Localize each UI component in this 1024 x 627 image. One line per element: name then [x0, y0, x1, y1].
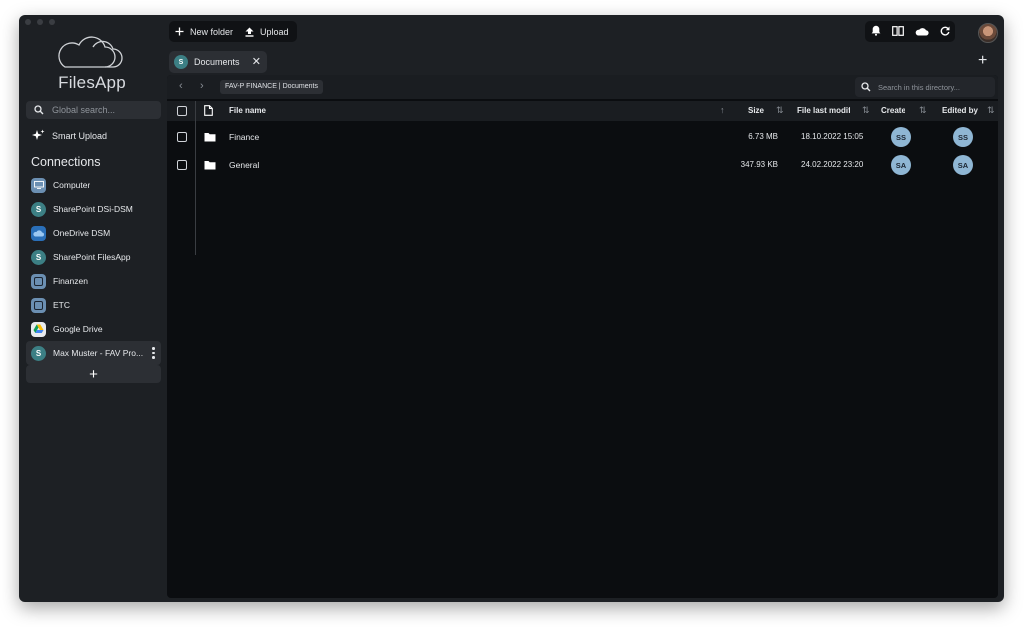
folder-drive-icon — [31, 297, 46, 313]
table-row[interactable]: General 347.93 KB 24.02.2022 23:20 SA SA — [167, 151, 998, 179]
onedrive-icon — [31, 225, 46, 241]
file-size: 347.93 KB — [740, 160, 778, 169]
connection-label: Google Drive — [53, 324, 103, 334]
add-tab-button[interactable]: + — [978, 52, 987, 70]
user-avatar[interactable] — [978, 23, 998, 43]
sharepoint-icon: S — [31, 249, 46, 265]
connection-label: Max Muster - FAV Pro... — [53, 348, 144, 358]
app-name: FilesApp — [58, 73, 126, 92]
more-options-icon[interactable] — [152, 347, 155, 359]
edited-by-avatar: SS — [953, 127, 973, 147]
smart-upload-button[interactable]: Smart Upload — [32, 129, 107, 142]
row-checkbox[interactable] — [177, 160, 187, 170]
toolbar: New folder Upload — [169, 21, 297, 42]
breadcrumb[interactable]: FAV-P FINANCE | Documents — [220, 80, 323, 94]
forward-arrow-icon[interactable]: › — [200, 80, 204, 92]
search-icon — [861, 82, 871, 92]
plus-icon: + — [89, 365, 98, 383]
cloud-icon[interactable] — [915, 23, 929, 41]
file-modified: 24.02.2022 23:20 — [801, 160, 864, 169]
upload-icon — [245, 27, 254, 37]
sort-ascending-icon[interactable]: ↑ — [720, 105, 725, 115]
plus-icon — [175, 27, 184, 36]
app-logo: FilesApp — [47, 35, 137, 95]
add-connection-button[interactable]: + — [26, 365, 161, 383]
app-window: FilesApp Smart Upload Connections Comput… — [19, 15, 1004, 602]
cloud-logo-icon — [58, 36, 123, 68]
folder-icon — [204, 132, 216, 144]
sort-icon[interactable]: ⇅ — [862, 105, 870, 116]
connection-sharepoint-filesapp[interactable]: S SharePoint FilesApp — [26, 245, 161, 269]
sort-icon[interactable]: ⇅ — [919, 105, 927, 116]
connection-sharepoint-dsi-dsm[interactable]: S SharePoint DSi-DSM — [26, 197, 161, 221]
column-file-name[interactable]: File name — [229, 106, 266, 115]
bell-icon[interactable] — [871, 23, 881, 41]
sharepoint-icon: S — [31, 201, 46, 217]
plus-icon: + — [978, 52, 988, 69]
file-type-icon — [204, 105, 213, 118]
connection-label: SharePoint DSi-DSM — [53, 204, 133, 214]
sidebar: FilesApp Smart Upload Connections Comput… — [19, 15, 167, 602]
connections-list: Computer S SharePoint DSi-DSM OneDrive D… — [26, 173, 161, 365]
google-drive-icon — [31, 321, 46, 337]
sharepoint-icon: S — [31, 345, 46, 361]
directory-search-input[interactable] — [876, 81, 990, 93]
connection-etc[interactable]: ETC — [26, 293, 161, 317]
sort-icon[interactable]: ⇅ — [987, 105, 995, 116]
row-checkbox[interactable] — [177, 132, 187, 142]
directory-search[interactable] — [855, 77, 995, 97]
connection-computer[interactable]: Computer — [26, 173, 161, 197]
connection-onedrive-dsm[interactable]: OneDrive DSM — [26, 221, 161, 245]
file-size: 6.73 MB — [748, 132, 778, 141]
computer-icon — [31, 177, 46, 193]
global-search-input[interactable] — [50, 104, 149, 116]
close-icon[interactable]: ✕ — [252, 55, 261, 68]
connection-google-drive[interactable]: Google Drive — [26, 317, 161, 341]
column-file-last-modified[interactable]: File last modifi — [797, 106, 850, 115]
created-by-avatar: SS — [891, 127, 911, 147]
upload-button[interactable]: Upload — [245, 27, 289, 37]
tab-documents[interactable]: S Documents ✕ — [169, 51, 267, 73]
connections-heading: Connections — [31, 155, 101, 169]
sharepoint-icon: S — [174, 55, 188, 69]
connection-label: Computer — [53, 180, 91, 190]
top-right-tools — [865, 21, 955, 42]
search-icon — [34, 105, 44, 115]
table-row[interactable]: Finance 6.73 MB 18.10.2022 15:05 SS SS — [167, 123, 998, 151]
column-size[interactable]: Size — [748, 106, 764, 115]
smart-upload-label: Smart Upload — [52, 130, 108, 141]
sparkle-icon — [32, 129, 45, 140]
connection-label: SharePoint FilesApp — [53, 252, 131, 262]
column-edited-by[interactable]: Edited by — [942, 106, 978, 115]
tab-label: Documents — [194, 57, 240, 67]
path-bar: ‹ › FAV-P FINANCE | Documents — [167, 75, 998, 99]
edited-by-avatar: SA — [953, 155, 973, 175]
upload-label: Upload — [260, 26, 289, 37]
file-name[interactable]: Finance — [229, 132, 259, 142]
split-view-icon[interactable] — [891, 23, 904, 41]
folder-drive-icon — [31, 273, 46, 289]
file-browser: ‹ › FAV-P FINANCE | Documents File name … — [167, 75, 998, 598]
file-name[interactable]: General — [229, 160, 259, 170]
file-list: Finance 6.73 MB 18.10.2022 15:05 SS SS G… — [167, 123, 998, 179]
created-by-avatar: SA — [891, 155, 911, 175]
new-folder-label: New folder — [190, 26, 234, 37]
new-folder-button[interactable]: New folder — [175, 27, 233, 37]
global-search[interactable] — [26, 101, 161, 119]
back-arrow-icon[interactable]: ‹ — [179, 80, 183, 92]
select-all-checkbox[interactable] — [177, 106, 187, 116]
file-modified: 18.10.2022 15:05 — [801, 132, 864, 141]
connection-finanzen[interactable]: Finanzen — [26, 269, 161, 293]
refresh-icon[interactable] — [940, 23, 950, 41]
connection-label: ETC — [53, 300, 70, 310]
connection-label: Finanzen — [53, 276, 88, 286]
column-created-by[interactable]: Create — [881, 106, 905, 115]
table-header: File name ↑ Size ⇅ File last modifi ⇅ Cr… — [167, 101, 998, 121]
sort-icon[interactable]: ⇅ — [776, 105, 784, 116]
connection-label: OneDrive DSM — [53, 228, 111, 238]
folder-icon — [204, 160, 216, 172]
connection-max-muster[interactable]: S Max Muster - FAV Pro... — [26, 341, 161, 365]
